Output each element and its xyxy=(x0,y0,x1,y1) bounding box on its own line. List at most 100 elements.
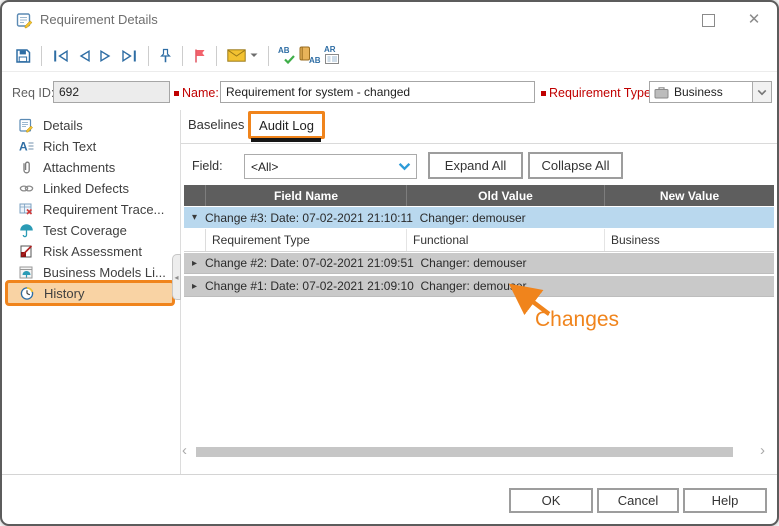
audit-detail-row[interactable]: Requirement Type Functional Business xyxy=(184,229,774,252)
tab-baselines[interactable]: Baselines xyxy=(188,117,244,132)
ok-button[interactable]: OK xyxy=(509,488,593,513)
splitter-collapse-handle[interactable]: ◂ xyxy=(172,254,181,300)
column-header-field-name[interactable]: Field Name xyxy=(206,185,407,206)
sidebar-item-rich-text[interactable]: A Rich Text xyxy=(2,136,180,157)
sidebar-item-label: Rich Text xyxy=(43,139,96,154)
next-record-button[interactable] xyxy=(95,44,117,68)
annotation-changes-label: Changes xyxy=(535,308,619,332)
risk-assessment-icon xyxy=(19,244,34,259)
detail-expander-cell xyxy=(184,229,206,251)
previous-record-icon xyxy=(76,49,92,63)
sidebar-item-label: Linked Defects xyxy=(43,181,129,196)
expand-all-button[interactable]: Expand All xyxy=(428,152,523,179)
toolbar-separator xyxy=(216,46,217,66)
sidebar-item-history[interactable]: History xyxy=(5,280,175,306)
req-id-label: Req ID: xyxy=(12,86,54,100)
audit-group-row-change-3[interactable]: ▾ Change #3: Date: 07-02-2021 21:10:11 C… xyxy=(184,207,774,228)
tab-audit-log-label: Audit Log xyxy=(259,118,314,133)
save-button[interactable] xyxy=(12,44,34,68)
first-record-icon xyxy=(52,49,70,63)
req-id-field[interactable] xyxy=(53,81,170,103)
requirement-details-icon xyxy=(16,12,33,29)
sidebar-item-requirement-traceability[interactable]: Requirement Trace... xyxy=(2,199,180,220)
email-icon xyxy=(227,49,246,62)
send-by-email-button[interactable] xyxy=(224,44,261,68)
title-bar: Requirement Details ✕ xyxy=(2,2,777,38)
last-record-button[interactable] xyxy=(117,44,141,68)
chevron-down-icon xyxy=(757,89,767,96)
check-spelling-icon: AB xyxy=(278,46,290,55)
sidebar-item-test-coverage[interactable]: Test Coverage xyxy=(2,220,180,241)
field-filter-label: Field: xyxy=(192,159,223,173)
audit-group-row-change-2[interactable]: ▸ Change #2: Date: 07-02-2021 21:09:51 C… xyxy=(184,253,774,274)
next-record-icon xyxy=(98,49,114,63)
scroll-right-arrow[interactable]: › xyxy=(760,442,765,459)
maximize-button[interactable] xyxy=(702,14,715,27)
spelling-options-button[interactable]: AR xyxy=(322,44,346,68)
requirement-traceability-icon xyxy=(19,202,34,217)
attachments-icon xyxy=(19,160,34,175)
tabs-divider xyxy=(181,143,777,144)
requirement-type-label: Requirement Type: xyxy=(549,86,654,100)
pin-button[interactable] xyxy=(156,44,175,68)
required-marker xyxy=(541,91,546,96)
detail-new-value-cell: Business xyxy=(605,229,774,251)
requirement-details-dialog: Requirement Details ✕ xyxy=(0,0,779,526)
field-filter-value: <All> xyxy=(251,160,278,174)
sidebar-item-attachments[interactable]: Attachments xyxy=(2,157,180,178)
spelling-options-icon: AR xyxy=(324,45,336,54)
expand-arrow-icon[interactable]: ▸ xyxy=(184,258,205,269)
toolbar: AB AB AR xyxy=(2,40,777,72)
collapse-arrow-icon[interactable]: ▾ xyxy=(184,212,205,223)
group-row-label: Change #3: Date: 07-02-2021 21:10:11 Cha… xyxy=(205,211,526,225)
name-label: Name: xyxy=(182,86,219,100)
thesaurus-button[interactable]: AB xyxy=(298,44,322,68)
toolbar-separator xyxy=(268,46,269,66)
sidebar-item-details[interactable]: Details xyxy=(2,115,180,136)
column-header-old-value[interactable]: Old Value xyxy=(407,185,605,206)
scroll-left-arrow[interactable]: ‹ xyxy=(182,442,187,459)
last-record-icon xyxy=(120,49,138,63)
options-list-icon xyxy=(325,54,339,64)
tab-audit-log[interactable]: Audit Log xyxy=(248,111,325,139)
toolbar-separator xyxy=(41,46,42,66)
sidebar-item-label: History xyxy=(44,286,84,301)
toolbar-separator xyxy=(148,46,149,66)
first-record-button[interactable] xyxy=(49,44,73,68)
sidebar: Details A Rich Text Attachments Linked D… xyxy=(2,110,180,470)
chevron-down-icon xyxy=(398,162,411,171)
sidebar-item-risk-assessment[interactable]: Risk Assessment xyxy=(2,241,180,262)
active-tab-underline xyxy=(251,138,321,142)
requirement-type-combobox[interactable]: Business xyxy=(649,81,772,103)
group-row-label: Change #2: Date: 07-02-2021 21:09:51 Cha… xyxy=(205,256,527,270)
group-row-label: Change #1: Date: 07-02-2021 21:09:10 Cha… xyxy=(205,279,527,293)
svg-text:A: A xyxy=(19,140,28,154)
close-button[interactable]: ✕ xyxy=(744,10,764,30)
follow-up-flag-button[interactable] xyxy=(190,44,209,68)
sidebar-item-label: Risk Assessment xyxy=(43,244,142,259)
name-field[interactable] xyxy=(220,81,535,103)
previous-record-button[interactable] xyxy=(73,44,95,68)
expander-column-header xyxy=(184,185,206,206)
sidebar-item-label: Attachments xyxy=(43,160,115,175)
audit-group-row-change-1[interactable]: ▸ Change #1: Date: 07-02-2021 21:09:10 C… xyxy=(184,276,774,297)
requirement-type-dropdown-button[interactable] xyxy=(752,82,771,102)
email-dropdown-caret-icon xyxy=(250,53,258,58)
form-row: Req ID: Name: Requirement Type: Business xyxy=(2,72,777,110)
check-spelling-button[interactable]: AB xyxy=(276,44,298,68)
detail-field-name-cell: Requirement Type xyxy=(206,229,407,251)
expand-arrow-icon[interactable]: ▸ xyxy=(184,281,205,292)
requirement-type-value: Business xyxy=(674,85,723,99)
sidebar-item-label: Test Coverage xyxy=(43,223,127,238)
cancel-button[interactable]: Cancel xyxy=(597,488,679,513)
toolbar-separator xyxy=(182,46,183,66)
sidebar-item-linked-defects[interactable]: Linked Defects xyxy=(2,178,180,199)
details-icon xyxy=(19,118,34,133)
help-button[interactable]: Help xyxy=(683,488,767,513)
sidebar-item-label: Business Models Li... xyxy=(43,265,166,280)
collapse-all-button[interactable]: Collapse All xyxy=(528,152,623,179)
column-header-new-value[interactable]: New Value xyxy=(605,185,774,206)
field-filter-combobox[interactable]: <All> xyxy=(244,154,417,179)
horizontal-scrollbar-thumb[interactable] xyxy=(196,447,733,457)
sidebar-item-label: Details xyxy=(43,118,83,133)
